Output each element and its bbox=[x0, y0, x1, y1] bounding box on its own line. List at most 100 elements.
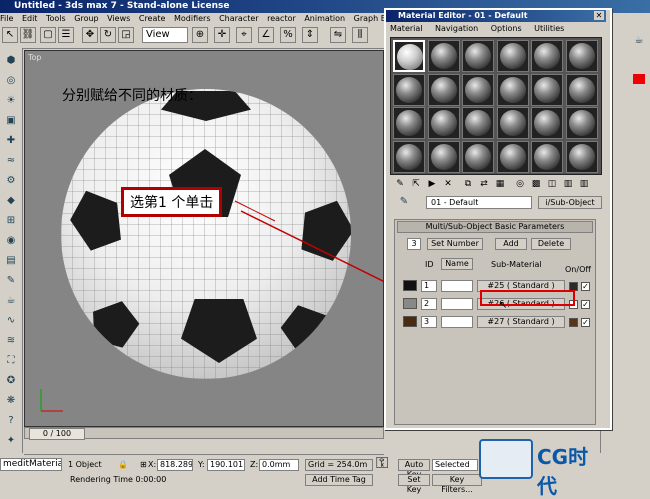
row-id[interactable]: 3 bbox=[421, 316, 437, 328]
z-coordinate[interactable]: 0.0mm bbox=[259, 459, 299, 471]
align-icon[interactable]: ⫼ bbox=[352, 27, 368, 43]
row-name[interactable] bbox=[441, 280, 473, 292]
shapes-icon[interactable]: ◎ bbox=[3, 74, 19, 88]
view-dropdown[interactable]: View bbox=[142, 27, 188, 43]
lock-selection-icon[interactable]: 🔒 bbox=[118, 459, 128, 470]
material-name-field[interactable]: 01 - Default bbox=[426, 196, 532, 209]
name-header[interactable]: Name bbox=[441, 258, 473, 270]
menu-reactor[interactable]: reactor bbox=[267, 14, 296, 23]
menu-modifiers[interactable]: Modifiers bbox=[174, 14, 211, 23]
go-parent-icon[interactable]: ▥ bbox=[562, 178, 574, 190]
material-slot[interactable] bbox=[565, 73, 598, 106]
material-slot[interactable] bbox=[496, 107, 529, 139]
copy-material-icon[interactable]: ⧉ bbox=[462, 178, 474, 190]
material-slot[interactable] bbox=[427, 107, 460, 139]
key-icon[interactable]: ⚿ bbox=[376, 455, 388, 471]
show-end-result-icon[interactable]: ◫ bbox=[546, 178, 558, 190]
close-icon[interactable]: ✕ bbox=[594, 11, 604, 20]
viewport-top[interactable]: Top 分别赋给不同的材质： 选第1 个单击 bbox=[24, 50, 384, 427]
material-slot[interactable] bbox=[462, 140, 494, 173]
wave-icon[interactable]: ∿ bbox=[3, 314, 19, 328]
library-icon[interactable]: ▦ bbox=[494, 178, 506, 190]
angle-snap-icon[interactable]: ∠ bbox=[258, 27, 274, 43]
sub-material-header[interactable]: Sub-Material bbox=[491, 260, 542, 270]
material-slot[interactable] bbox=[565, 40, 598, 72]
effects-channel-icon[interactable]: ◎ bbox=[514, 178, 526, 190]
add-button[interactable]: Add bbox=[495, 238, 527, 250]
percent-snap-icon[interactable]: % bbox=[280, 27, 296, 43]
get-material-icon[interactable]: ✎ bbox=[394, 178, 406, 190]
hair-icon[interactable]: ≋ bbox=[3, 334, 19, 348]
me-menu-navigation[interactable]: Navigation bbox=[435, 24, 478, 33]
maxscript-listener[interactable]: meditMaterial bbox=[0, 458, 62, 471]
material-slot[interactable] bbox=[427, 73, 460, 106]
systems-icon[interactable]: ⚙ bbox=[3, 174, 19, 188]
id-header[interactable]: ID bbox=[425, 260, 434, 270]
pivot-icon[interactable]: ⊕ bbox=[192, 27, 208, 43]
x-coordinate[interactable]: 818.289 bbox=[157, 459, 193, 471]
color-swatch[interactable] bbox=[631, 72, 647, 86]
material-count[interactable]: 3 bbox=[407, 238, 421, 250]
selected-dropdown[interactable]: Selected bbox=[432, 459, 478, 471]
material-slot[interactable] bbox=[531, 40, 563, 72]
lights-icon[interactable]: ☀ bbox=[3, 94, 19, 108]
select-icon[interactable]: ↖ bbox=[2, 27, 18, 43]
menu-edit[interactable]: Edit bbox=[22, 14, 38, 23]
row-onoff-checkbox[interactable]: ✓ bbox=[581, 300, 590, 309]
material-slot[interactable] bbox=[565, 107, 598, 139]
auto-key-button[interactable]: Auto Key bbox=[398, 459, 430, 479]
go-sibling-icon[interactable]: ▥ bbox=[578, 178, 590, 190]
menu-file[interactable]: File bbox=[0, 14, 13, 23]
material-slot[interactable] bbox=[462, 107, 494, 139]
absolute-mode-icon[interactable]: ⊞ bbox=[140, 459, 147, 470]
reactor-icon[interactable]: ✪ bbox=[3, 374, 19, 388]
me-menu-options[interactable]: Options bbox=[491, 24, 522, 33]
menu-views[interactable]: Views bbox=[107, 14, 130, 23]
material-slot[interactable] bbox=[393, 107, 425, 139]
delete-button[interactable]: Delete bbox=[531, 238, 571, 250]
material-slot[interactable] bbox=[496, 140, 529, 173]
material-slot[interactable] bbox=[496, 40, 529, 72]
row-color[interactable] bbox=[569, 318, 578, 327]
cameras-icon[interactable]: ▣ bbox=[3, 114, 19, 128]
material-slot[interactable] bbox=[531, 73, 563, 106]
display-icon[interactable]: ▤ bbox=[3, 254, 19, 268]
row-id[interactable]: 1 bbox=[421, 280, 437, 292]
material-slot[interactable] bbox=[462, 40, 494, 72]
helpers-icon[interactable]: ✚ bbox=[3, 134, 19, 148]
row-onoff-checkbox[interactable]: ✓ bbox=[581, 318, 590, 327]
material-slot[interactable] bbox=[393, 73, 425, 106]
render-icon[interactable]: ☕ bbox=[3, 294, 19, 308]
row-id[interactable]: 2 bbox=[421, 298, 437, 310]
move-icon[interactable]: ✥ bbox=[82, 27, 98, 43]
material-type-button[interactable]: i/Sub-Object bbox=[538, 196, 602, 209]
rollout-title[interactable]: Multi/Sub-Object Basic Parameters bbox=[397, 221, 593, 233]
spinner-snap-icon[interactable]: ⇕ bbox=[302, 27, 318, 43]
motion-icon[interactable]: ◉ bbox=[3, 234, 19, 248]
sub-material-button[interactable]: #27 ( Standard ) bbox=[477, 316, 565, 328]
add-time-tag-button[interactable]: Add Time Tag bbox=[305, 474, 373, 486]
select-manipulate-icon[interactable]: ✛ bbox=[214, 27, 230, 43]
material-slot[interactable] bbox=[427, 140, 460, 173]
menu-group[interactable]: Group bbox=[74, 14, 98, 23]
max-script-icon[interactable]: ✦ bbox=[3, 434, 19, 448]
menu-character[interactable]: Character bbox=[219, 14, 259, 23]
particle-icon[interactable]: ❋ bbox=[3, 394, 19, 408]
help-icon[interactable]: ? bbox=[3, 414, 19, 428]
select-by-name-icon[interactable]: ☰ bbox=[58, 27, 74, 43]
reset-icon[interactable]: ✕ bbox=[442, 178, 454, 190]
menu-create[interactable]: Create bbox=[139, 14, 166, 23]
material-slot[interactable] bbox=[393, 140, 425, 173]
scale-icon[interactable]: ◲ bbox=[118, 27, 134, 43]
row-name[interactable] bbox=[441, 298, 473, 310]
teapot-icon[interactable]: ☕ bbox=[631, 34, 647, 48]
row-name[interactable] bbox=[441, 316, 473, 328]
modify-icon[interactable]: ◆ bbox=[3, 194, 19, 208]
pick-material-icon[interactable]: ✎ bbox=[396, 195, 412, 209]
link-icon[interactable]: ⛓ bbox=[20, 27, 36, 43]
create-geometry-icon[interactable]: ⬢ bbox=[3, 54, 19, 68]
mirror-icon[interactable]: ⇋ bbox=[330, 27, 346, 43]
unique-icon[interactable]: ⇄ bbox=[478, 178, 490, 190]
rotate-icon[interactable]: ↻ bbox=[100, 27, 116, 43]
utilities-icon[interactable]: ✎ bbox=[3, 274, 19, 288]
